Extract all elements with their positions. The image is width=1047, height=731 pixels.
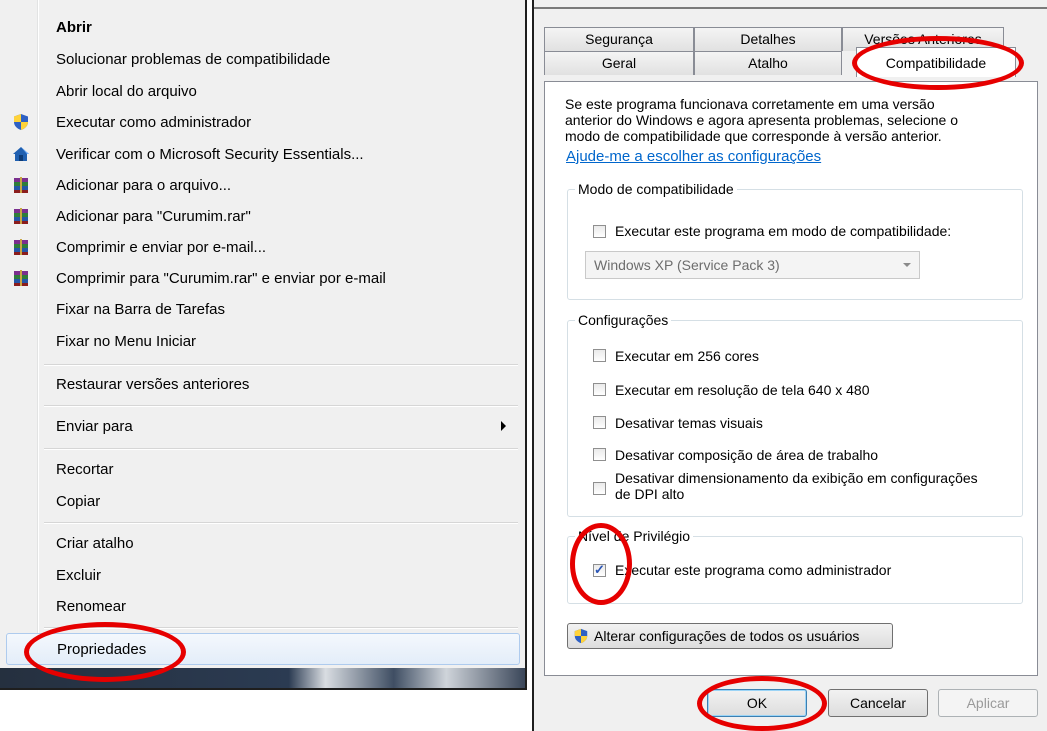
security-essentials-icon: [13, 147, 29, 161]
menu-item-label: Renomear: [56, 597, 127, 615]
menu-item-propriedades[interactable]: Propriedades: [6, 633, 520, 665]
menu-separator: [44, 627, 518, 629]
winrar-icon: [14, 270, 28, 286]
menu-item-security-essentials[interactable]: Verificar com o Microsoft Security Essen…: [6, 139, 520, 169]
menu-item-label: Excluir: [56, 566, 102, 584]
uac-shield-icon: [14, 114, 28, 130]
uac-shield-icon: [574, 628, 588, 644]
menu-item-adicionar-arquivo[interactable]: Adicionar para o arquivo...: [6, 170, 520, 200]
menu-item-label: Fixar no Menu Iniciar: [56, 332, 197, 350]
menu-item-executar-admin[interactable]: Executar como administrador: [6, 107, 520, 137]
compatibility-panel: Se este programa funcionava corretamente…: [544, 81, 1038, 676]
menu-item-comprimir-curumim-email[interactable]: Comprimir para "Curumim.rar" e enviar po…: [6, 263, 520, 293]
menu-item-fixar-barra[interactable]: Fixar na Barra de Tarefas: [6, 294, 520, 324]
menu-item-label: Solucionar problemas de compatibilidade: [56, 50, 331, 68]
menu-item-label: Propriedades: [57, 640, 147, 658]
menu-item-label: Adicionar para "Curumim.rar": [56, 207, 251, 225]
menu-separator: [44, 448, 518, 450]
ok-button[interactable]: OK: [707, 689, 807, 717]
option-disable-dpi-scaling-checkbox[interactable]: [593, 482, 606, 495]
winrar-icon: [14, 208, 28, 224]
tab-seguranca[interactable]: Segurança: [544, 27, 694, 51]
menu-item-label: Copiar: [56, 492, 101, 510]
option-disable-dpi-scaling-label: Desativar dimensionamento da exibição em…: [615, 470, 978, 486]
option-640x480-label: Executar em resolução de tela 640 x 480: [615, 382, 870, 398]
menu-item-label: Fixar na Barra de Tarefas: [56, 300, 225, 318]
tab-atalho[interactable]: Atalho: [694, 51, 842, 75]
menu-item-label: Executar como administrador: [56, 113, 252, 131]
intro-line-2: anterior do Windows e agora apresenta pr…: [565, 112, 959, 128]
menu-item-restaurar-versoes[interactable]: Restaurar versões anteriores: [6, 369, 520, 399]
menu-item-label: Adicionar para o arquivo...: [56, 176, 232, 194]
menu-item-recortar[interactable]: Recortar: [6, 454, 520, 484]
menu-item-abrir[interactable]: Abrir: [6, 12, 520, 42]
run-as-admin-label: Executar este programa como administrado…: [615, 562, 892, 578]
all-users-settings-label: Alterar configurações de todos os usuári…: [594, 628, 860, 644]
tab-detalhes[interactable]: Detalhes: [694, 27, 842, 51]
menu-separator: [44, 522, 518, 524]
compat-mode-group-title: Modo de compatibilidade: [575, 181, 737, 197]
apply-button[interactable]: Aplicar: [938, 689, 1038, 717]
option-disable-themes-checkbox[interactable]: [593, 416, 606, 429]
menu-item-solucionar-problemas[interactable]: Solucionar problemas de compatibilidade: [6, 44, 520, 74]
menu-item-comprimir-email[interactable]: Comprimir e enviar por e-mail...: [6, 232, 520, 262]
properties-dialog: Segurança Detalhes Versões Anteriores Ge…: [532, 0, 1047, 731]
menu-item-criar-atalho[interactable]: Criar atalho: [6, 528, 520, 558]
menu-item-label: Abrir local do arquivo: [56, 82, 197, 100]
menu-item-label: Comprimir e enviar por e-mail...: [56, 238, 267, 256]
run-as-admin-checkbox[interactable]: [593, 562, 606, 578]
chevron-down-icon: [903, 263, 911, 267]
option-disable-dpi-scaling-label-line2: de DPI alto: [615, 486, 685, 502]
option-640x480-checkbox[interactable]: [593, 383, 606, 396]
menu-item-excluir[interactable]: Excluir: [6, 560, 520, 590]
cancel-button[interactable]: Cancelar: [828, 689, 928, 717]
option-disable-composition-checkbox[interactable]: [593, 448, 606, 461]
compat-mode-dropdown-value: Windows XP (Service Pack 3): [594, 257, 780, 273]
menu-item-label: Abrir: [56, 18, 92, 36]
all-users-settings-button[interactable]: Alterar configurações de todos os usuári…: [567, 623, 893, 649]
compat-mode-checkbox-label: Executar este programa em modo de compat…: [615, 223, 952, 239]
context-menu: Abrir Solucionar problemas de compatibil…: [0, 0, 527, 690]
option-disable-themes-label: Desativar temas visuais: [615, 415, 763, 431]
menu-item-abrir-local[interactable]: Abrir local do arquivo: [6, 76, 520, 106]
menu-separator: [44, 405, 518, 407]
option-256-colors-label: Executar em 256 cores: [615, 348, 759, 364]
menu-item-label: Restaurar versões anteriores: [56, 375, 250, 393]
settings-group-title: Configurações: [575, 312, 672, 328]
menu-item-label: Criar atalho: [56, 534, 134, 552]
tab-compatibilidade[interactable]: Compatibilidade: [856, 47, 1016, 77]
menu-separator: [44, 364, 518, 366]
menu-item-label: Recortar: [56, 460, 114, 478]
menu-item-adicionar-curumim[interactable]: Adicionar para "Curumim.rar": [6, 201, 520, 231]
menu-item-label: Verificar com o Microsoft Security Essen…: [56, 145, 364, 163]
tab-geral[interactable]: Geral: [544, 51, 694, 75]
help-link[interactable]: Ajude-me a escolher as configurações: [566, 148, 821, 165]
winrar-icon: [14, 239, 28, 255]
intro-line-3: modo de compatibilidade que corresponde …: [565, 128, 942, 144]
winrar-icon: [14, 177, 28, 193]
submenu-arrow-icon: [501, 421, 506, 431]
menu-item-label: Comprimir para "Curumim.rar" e enviar po…: [56, 269, 386, 287]
dialog-top-edge: [534, 0, 1047, 9]
menu-item-fixar-menu[interactable]: Fixar no Menu Iniciar: [6, 326, 520, 356]
compat-mode-checkbox[interactable]: [593, 225, 606, 238]
privilege-group-title: Nível de Privilégio: [575, 528, 694, 544]
menu-item-enviar-para[interactable]: Enviar para: [6, 411, 520, 441]
compat-mode-dropdown[interactable]: Windows XP (Service Pack 3): [585, 251, 920, 279]
option-disable-composition-label: Desativar composição de área de trabalho: [615, 447, 879, 463]
menu-item-renomear[interactable]: Renomear: [6, 591, 520, 621]
option-256-colors-checkbox[interactable]: [593, 349, 606, 362]
menu-item-copiar[interactable]: Copiar: [6, 486, 520, 516]
compat-mode-group: [567, 189, 1023, 300]
intro-line-1: Se este programa funcionava corretamente…: [565, 96, 935, 112]
menu-item-label: Enviar para: [56, 417, 133, 435]
taskbar-strip: [0, 668, 525, 688]
